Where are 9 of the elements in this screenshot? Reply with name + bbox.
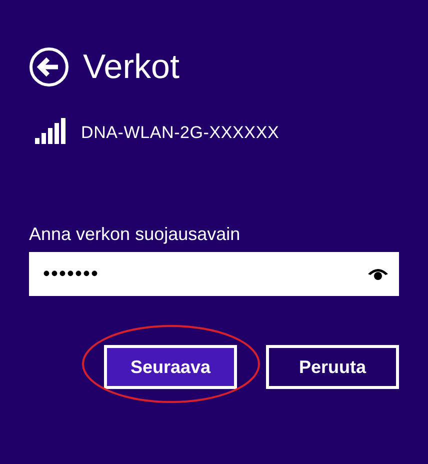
network-name: DNA-WLAN-2G-XXXXXX [81,122,280,144]
page-title: Verkot [83,47,180,88]
next-button[interactable]: Seuraava [104,345,237,389]
signal-icon [35,118,67,144]
back-button[interactable] [29,47,69,87]
cancel-button[interactable]: Peruuta [266,345,399,389]
password-field[interactable]: ••••••• [29,252,399,296]
field-label: Anna verkon suojausavain [29,223,242,246]
reveal-password-icon[interactable] [367,266,389,282]
